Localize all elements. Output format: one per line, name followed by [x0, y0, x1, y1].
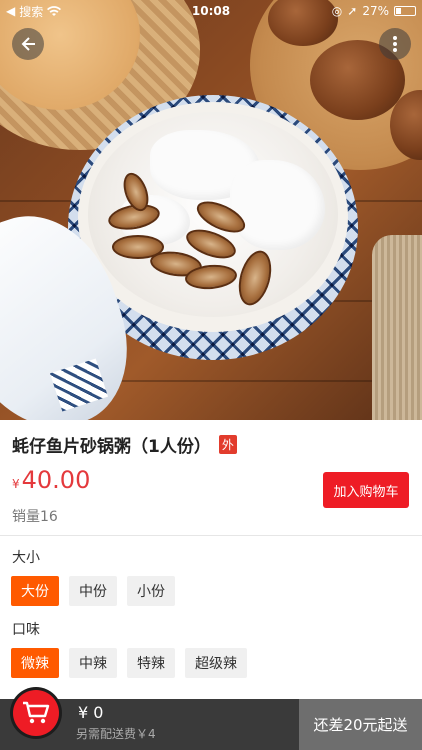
- back-arrow-icon: [21, 37, 35, 51]
- taste-options: 微辣 中辣 特辣 超级辣: [11, 648, 247, 678]
- taste-option-mild[interactable]: 微辣: [11, 648, 59, 678]
- back-button[interactable]: [12, 28, 44, 60]
- size-option-large[interactable]: 大份: [11, 576, 59, 606]
- taste-option-medium[interactable]: 中辣: [69, 648, 117, 678]
- price-value: 40.00: [21, 466, 91, 494]
- taste-option-hot[interactable]: 特辣: [127, 648, 175, 678]
- status-time: 10:08: [191, 4, 231, 18]
- product-photo: [0, 0, 422, 420]
- cart-button[interactable]: [10, 687, 62, 739]
- shopping-cart-icon: [23, 701, 50, 724]
- product-title-row: 蚝仔鱼片砂锅粥（1人份） 外: [12, 432, 237, 457]
- delivery-fee: 另需配送费￥4: [76, 727, 156, 741]
- divider: [0, 535, 422, 536]
- status-bar: ◀ 搜索 10:08 ◎ ➚ 27%: [0, 0, 422, 22]
- cart-button-inner: [13, 690, 59, 736]
- taste-option-extra-hot[interactable]: 超级辣: [185, 648, 247, 678]
- more-vertical-icon: [393, 36, 397, 52]
- cart-bar: ¥ 0 另需配送费￥4 还差20元起送: [0, 699, 422, 750]
- size-options: 大份 中份 小份: [11, 576, 175, 606]
- battery-icon: [394, 6, 416, 16]
- more-button[interactable]: [379, 28, 411, 60]
- cart-total: ¥ 0: [78, 703, 104, 722]
- size-label: 大小: [12, 550, 40, 566]
- taste-label: 口味: [12, 622, 40, 638]
- product-price: ¥ 40.00: [12, 466, 90, 494]
- size-option-small[interactable]: 小份: [127, 576, 175, 606]
- product-detail-page: ◀ 搜索 10:08 ◎ ➚ 27% 蚝仔鱼片砂锅粥（1人份） 外 ¥ 40.0…: [0, 0, 422, 750]
- currency-symbol: ¥: [12, 477, 20, 491]
- add-to-cart-button[interactable]: 加入购物车: [323, 472, 409, 508]
- sales-count: 销量16: [12, 509, 58, 525]
- size-option-medium[interactable]: 中份: [69, 576, 117, 606]
- takeout-badge: 外: [218, 435, 237, 454]
- linen-cloth: [372, 235, 422, 420]
- product-title: 蚝仔鱼片砂锅粥（1人份）: [12, 437, 211, 457]
- checkout-button[interactable]: 还差20元起送: [299, 699, 422, 750]
